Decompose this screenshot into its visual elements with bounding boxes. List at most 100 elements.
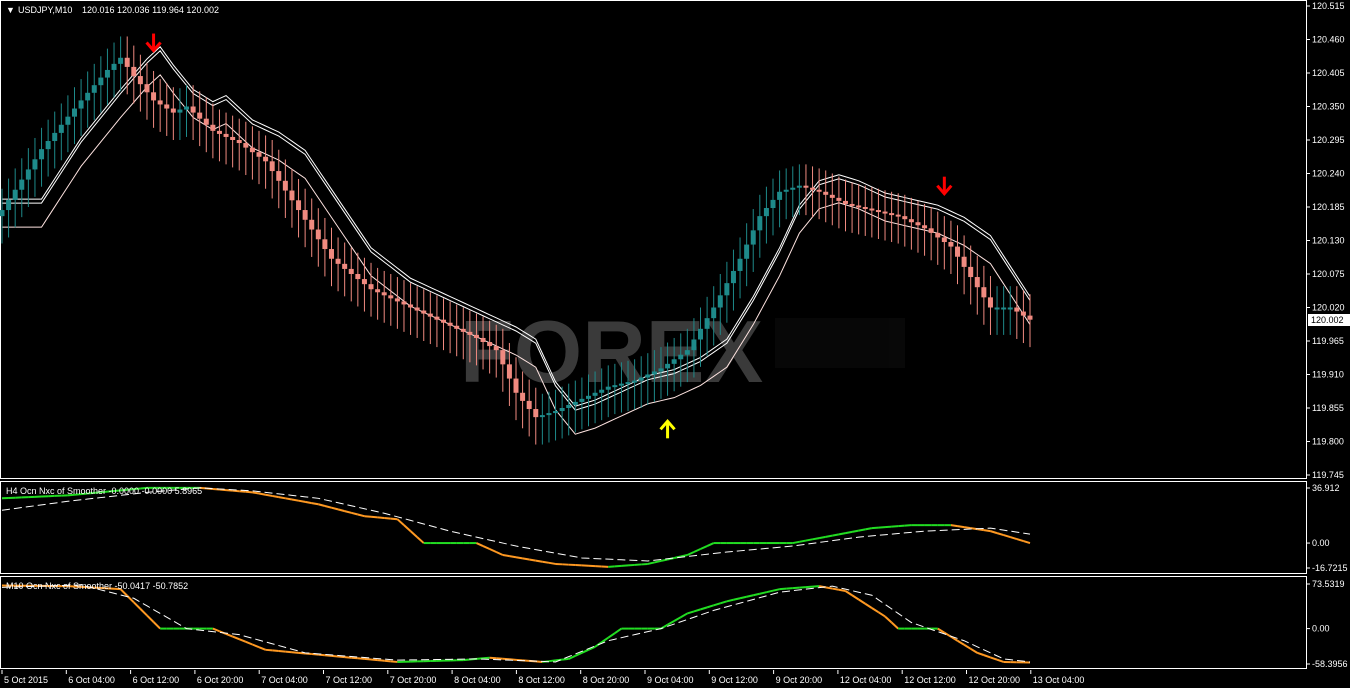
candle-body: [941, 237, 947, 243]
main-line-segment: [963, 643, 972, 650]
candle-body: [375, 289, 381, 293]
main-line-segment: [245, 640, 253, 646]
main-line-segment: [693, 548, 701, 553]
main-line-segment: [370, 515, 378, 519]
main-line-segment: [864, 602, 873, 609]
main-line-segment: [759, 591, 767, 595]
main-line-segment: [515, 556, 523, 560]
m10-indicator-label: M10 Ocn Nxc of Smoother -50.0417 -50.785…: [6, 581, 188, 591]
candle-body: [994, 307, 1000, 310]
candle-body: [625, 382, 631, 385]
main-line-segment: [812, 537, 820, 541]
y-tick-label: 120.020: [1312, 303, 1345, 313]
candle-body: [322, 239, 328, 250]
main-line-segment: [957, 525, 965, 529]
main-line-segment: [607, 632, 616, 639]
main-line-segment: [983, 654, 991, 659]
main-line-segment: [871, 607, 879, 614]
main-line-segment: [212, 627, 220, 633]
candle-body: [711, 307, 717, 319]
main-line-segment: [285, 650, 293, 654]
main-line-segment: [344, 656, 352, 659]
x-tick-label: 5 Oct 2015: [4, 675, 48, 685]
main-line-segment: [291, 498, 299, 502]
main-line-segment: [318, 503, 326, 507]
candle-body: [394, 298, 400, 302]
main-line-segment: [357, 513, 365, 518]
candle-body: [566, 404, 572, 408]
chart-window[interactable]: FOREX 120.515 120.460 120.405 120.350 120.29…: [0, 0, 1350, 688]
main-line-segment: [976, 651, 985, 657]
candle-body: [638, 377, 644, 381]
candle-body: [902, 216, 908, 220]
y-tick-label: 119.745: [1312, 470, 1344, 480]
candle-body: [12, 189, 18, 200]
y-tick-label: -58.3956: [1312, 659, 1348, 669]
h4-indicator-label: H4 Ocn Nxc of Smoother -0.0000 -0.0000 5…: [6, 486, 202, 496]
candle-body: [533, 409, 539, 418]
candle-body: [955, 246, 961, 257]
candle-body: [355, 274, 361, 280]
candle-body: [342, 263, 348, 269]
main-line-segment: [489, 548, 497, 553]
main-line-segment: [1016, 538, 1024, 543]
main-line-segment: [351, 511, 359, 516]
candle-body: [289, 190, 295, 201]
candle-body: [928, 228, 934, 233]
y-tick-label: 120.350: [1312, 102, 1345, 112]
main-line-segment: [344, 510, 352, 514]
y-tick-label: 0.00: [1312, 538, 1330, 548]
y-tick-label: 120.185: [1312, 202, 1345, 212]
x-tick-label: 8 Oct 12:00: [518, 675, 565, 685]
candle-body: [487, 342, 493, 347]
candle-body: [520, 392, 526, 401]
candle-body: [665, 363, 671, 369]
candle-body: [763, 208, 769, 217]
main-line-segment: [370, 658, 378, 662]
candle-body: [506, 364, 512, 379]
main-line-segment: [983, 529, 991, 533]
candle-body: [572, 401, 578, 405]
y-tick-label: 119.965: [1312, 336, 1344, 346]
main-line-segment: [746, 594, 754, 598]
candle-body: [434, 316, 440, 320]
candle-body: [698, 328, 704, 340]
watermark-text: FOREX: [460, 302, 763, 401]
main-line-segment: [766, 589, 774, 594]
main-line-segment: [482, 656, 490, 660]
x-tick-label: 12 Oct 20:00: [969, 675, 1021, 685]
main-line-segment: [463, 658, 470, 662]
candle-body: [849, 203, 855, 206]
candle-body: [750, 230, 756, 245]
candle-body: [25, 169, 31, 180]
candle-body: [381, 292, 387, 296]
candle-body: [361, 279, 367, 285]
main-line-segment: [890, 621, 899, 630]
main-line-segment: [548, 561, 556, 565]
candle-body: [493, 346, 499, 351]
x-tick-label: 9 Oct 20:00: [776, 675, 823, 685]
symbol-dropdown-icon[interactable]: ▼: [6, 5, 15, 15]
main-line-segment: [548, 659, 556, 663]
main-line-segment: [489, 656, 497, 660]
candle-body: [987, 297, 993, 308]
candle-body: [190, 106, 196, 113]
main-line-segment: [753, 592, 761, 597]
candle-body: [1007, 307, 1013, 310]
candle-body: [78, 100, 84, 109]
candle-body: [500, 350, 506, 365]
x-tick-label: 6 Oct 12:00: [133, 675, 180, 685]
main-line-segment: [238, 638, 247, 643]
last-price-text: 120.002: [1311, 315, 1344, 325]
main-line-segment: [700, 606, 708, 611]
watermark: FOREX: [460, 302, 905, 401]
main-line-segment: [719, 600, 728, 605]
x-tick-label: 9 Oct 12:00: [711, 675, 758, 685]
main-line-segment: [232, 635, 240, 641]
candle-body: [895, 214, 901, 217]
candle-body: [65, 116, 71, 125]
main-line-segment: [825, 534, 833, 538]
candle-body: [184, 106, 190, 110]
main-line-segment: [838, 532, 846, 536]
x-tick-label: 6 Oct 04:00: [68, 675, 115, 685]
